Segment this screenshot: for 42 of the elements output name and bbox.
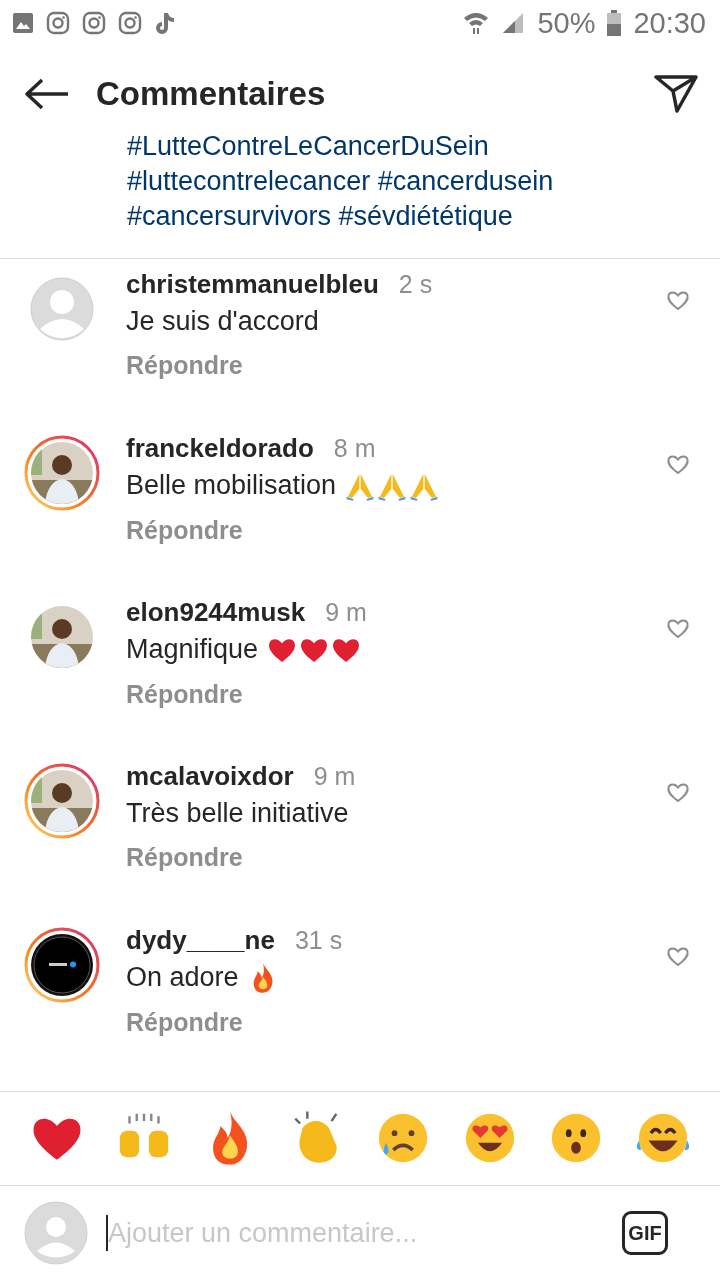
instagram-icon [46, 11, 70, 36]
comment-time: 9 m [325, 597, 367, 627]
clock: 20:30 [633, 6, 706, 40]
battery-icon [607, 10, 622, 37]
like-heart-icon[interactable] [666, 616, 690, 639]
gallery-icon [12, 12, 34, 35]
gif-button[interactable]: GIF [622, 1211, 668, 1256]
page-title: Commentaires [96, 74, 327, 113]
like-heart-icon[interactable] [666, 944, 690, 967]
story-ring[interactable] [24, 763, 100, 839]
hashtag-line[interactable]: #cancersurvivors #sévdiététique [127, 198, 700, 234]
comment-text: Je suis d'accord [126, 305, 319, 337]
like-heart-icon[interactable] [666, 780, 690, 803]
send-icon[interactable] [654, 73, 698, 114]
story-ring[interactable] [24, 927, 100, 1003]
avatar-icon [24, 1201, 88, 1266]
hashtag-line[interactable]: #luttecontrelecancer #cancerdusein [127, 163, 700, 199]
like-heart-icon[interactable] [666, 452, 690, 475]
wifi-icon [463, 11, 490, 36]
like-heart-icon[interactable] [666, 288, 690, 311]
username[interactable]: christemmanuelbleu [126, 268, 379, 300]
battery-percentage: 50% [537, 6, 596, 40]
comment-text: On adore [126, 962, 239, 994]
username[interactable]: elon9244musk [126, 596, 306, 628]
comment-text: Magnifique [126, 634, 259, 666]
hashtag-line[interactable]: #LutteContreLeCancerDuSein [127, 128, 700, 164]
comment-time: 31 s [294, 925, 343, 955]
story-ring[interactable] [24, 435, 100, 511]
comment-text: Très belle initiative [126, 797, 349, 829]
comment-text: Belle mobilisation [126, 470, 337, 502]
instagram-icon [82, 11, 106, 36]
signal-icon [501, 11, 526, 36]
music-note-icon [154, 11, 176, 36]
username[interactable]: franckeldorado [126, 432, 314, 464]
back-arrow-icon[interactable] [24, 76, 70, 111]
username[interactable]: dydy____ne [126, 924, 275, 956]
comment-time: 9 m [313, 761, 356, 791]
username[interactable]: mcalavoixdor [126, 760, 294, 792]
comment-time: 8 m [333, 433, 376, 463]
instagram-icon [118, 11, 142, 36]
comment-time: 2 s [398, 269, 433, 299]
avatar-icon [30, 277, 94, 341]
